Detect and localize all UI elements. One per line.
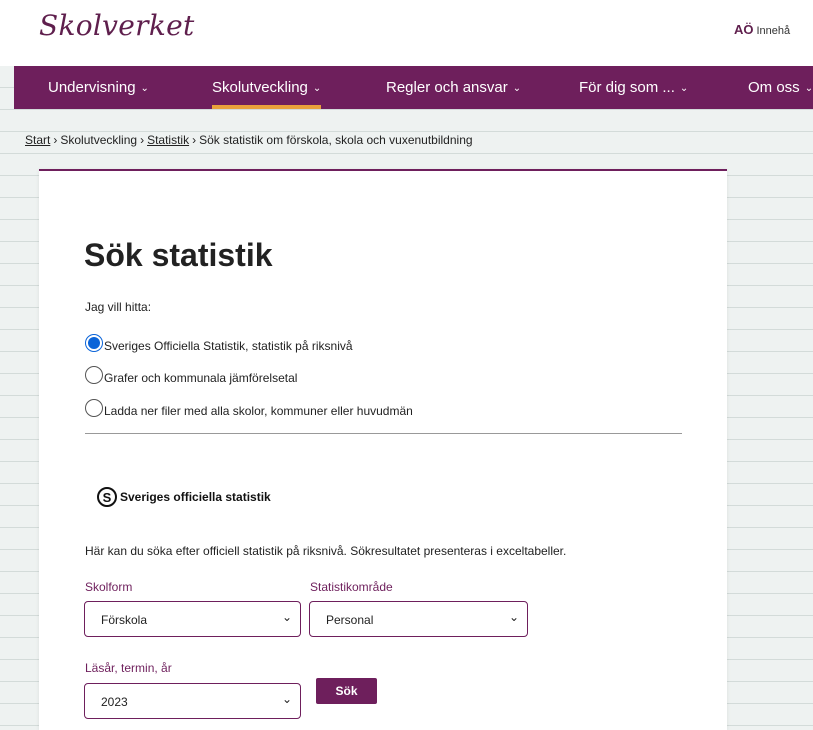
skolform-label: Skolform bbox=[85, 580, 133, 594]
page-title: Sök statistik bbox=[84, 237, 273, 273]
sos-logo-text: Sveriges officiella statistik bbox=[120, 490, 271, 504]
intro-text: Jag vill hitta: bbox=[85, 300, 152, 314]
radio-option-sos[interactable]: Sveriges Officiella Statistik, statistik… bbox=[85, 330, 353, 352]
nav-item-label: Om oss bbox=[748, 79, 800, 96]
radio-button[interactable] bbox=[85, 399, 103, 417]
description-text: Här kan du söka efter officiell statisti… bbox=[85, 544, 567, 558]
chevron-down-icon: ⌄ bbox=[140, 83, 149, 94]
search-card: Sök statistik Jag vill hitta: Sveriges O… bbox=[39, 169, 727, 730]
select-value: 2023 bbox=[101, 695, 128, 709]
breadcrumb: Start › Skolutveckling › Statistik › Sök stati… bbox=[25, 133, 473, 147]
main-navigation: Undervisning ⌄ Skolutveckling ⌄ Regler och… bbox=[14, 66, 813, 109]
radio-label: Grafer och kommunala jämförelsetal bbox=[104, 371, 298, 385]
breadcrumb-link-statistik[interactable]: Statistik bbox=[147, 133, 189, 147]
select-value: Personal bbox=[326, 613, 374, 627]
breadcrumb-item-skolutveckling: Skolutveckling bbox=[60, 133, 138, 147]
breadcrumb-link-start[interactable]: Start bbox=[25, 133, 50, 147]
language-link-label: Innehå bbox=[756, 25, 791, 37]
nav-item-label: Regler och ansvar bbox=[386, 79, 508, 96]
nav-item-label: Skolutveckling bbox=[212, 79, 308, 96]
skolform-select[interactable]: Förskola ⌄ bbox=[84, 601, 301, 637]
sos-icon: S bbox=[97, 487, 117, 507]
nav-item-label: Undervisning bbox=[48, 79, 136, 96]
chevron-down-icon: ⌄ bbox=[512, 83, 522, 94]
nav-item-for-dig-som[interactable]: För dig som ... ⌄ bbox=[579, 66, 688, 109]
radio-label: Ladda ner filer med alla skolor, kommune… bbox=[104, 404, 413, 418]
divider bbox=[85, 433, 682, 434]
nav-item-label: För dig som ... bbox=[579, 79, 675, 96]
radio-option-ladda-ner[interactable]: Ladda ner filer med alla skolor, kommune… bbox=[85, 395, 413, 417]
statistikomrade-select[interactable]: Personal ⌄ bbox=[309, 601, 528, 637]
chevron-down-icon: ⌄ bbox=[281, 610, 292, 624]
lasar-select[interactable]: 2023 ⌄ bbox=[84, 683, 301, 719]
language-icon: AÖ bbox=[734, 22, 754, 37]
nav-item-skolutveckling[interactable]: Skolutveckling ⌄ bbox=[212, 66, 322, 109]
nav-item-om-oss[interactable]: Om oss ⌄ bbox=[748, 66, 813, 109]
chevron-down-icon: ⌄ bbox=[312, 83, 322, 94]
chevron-down-icon: ⌄ bbox=[679, 83, 689, 94]
select-value: Förskola bbox=[101, 613, 148, 627]
breadcrumb-current-page: Sök statistik om förskola, skola och vux… bbox=[199, 133, 473, 147]
chevron-down-icon: ⌄ bbox=[804, 83, 813, 94]
radio-option-grafer[interactable]: Grafer och kommunala jämförelsetal bbox=[85, 362, 297, 384]
nav-item-undervisning[interactable]: Undervisning ⌄ bbox=[48, 66, 149, 109]
skolverket-logo[interactable]: Skolverket bbox=[39, 9, 195, 42]
chevron-down-icon: ⌄ bbox=[281, 692, 292, 706]
site-header: Skolverket AÖ Innehå bbox=[0, 0, 813, 66]
breadcrumb-separator: › bbox=[53, 133, 58, 147]
nav-item-regler-och-ansvar[interactable]: Regler och ansvar ⌄ bbox=[386, 66, 521, 109]
radio-button-checked[interactable] bbox=[85, 334, 103, 352]
sos-logo: S Sveriges officiella statistik bbox=[97, 487, 271, 507]
statistikomrade-label: Statistikområde bbox=[310, 580, 393, 594]
radio-label: Sveriges Officiella Statistik, statistik… bbox=[104, 339, 353, 353]
lasar-label: Läsår, termin, år bbox=[85, 661, 172, 675]
breadcrumb-separator: › bbox=[140, 133, 145, 147]
breadcrumb-separator: › bbox=[192, 133, 197, 147]
radio-button[interactable] bbox=[85, 366, 103, 384]
search-button[interactable]: Sök bbox=[316, 678, 377, 704]
language-link[interactable]: AÖ Innehå bbox=[734, 22, 790, 37]
chevron-down-icon: ⌄ bbox=[508, 610, 519, 624]
